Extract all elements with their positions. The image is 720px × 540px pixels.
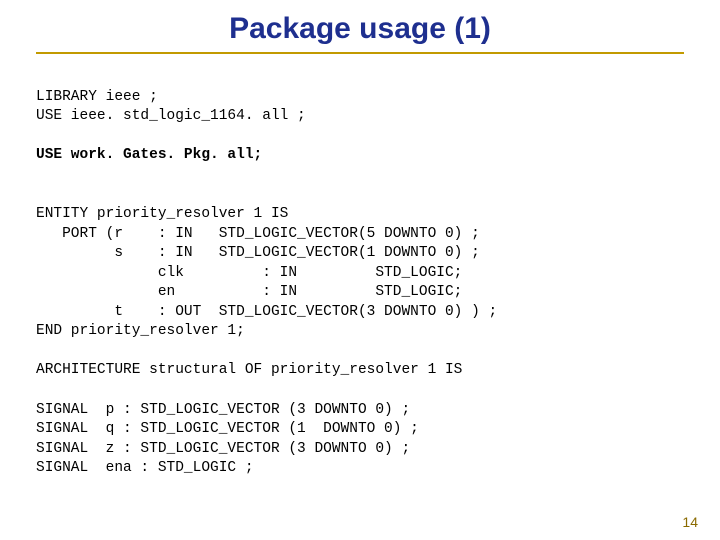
page-title: Package usage (1) xyxy=(36,12,684,46)
page-number: 14 xyxy=(682,514,698,530)
title-rule xyxy=(36,52,684,54)
code-line: PORT (r : IN STD_LOGIC_VECTOR(5 DOWNTO 0… xyxy=(36,226,480,242)
code-line: en : IN STD_LOGIC; xyxy=(36,284,462,300)
code-line: t : OUT STD_LOGIC_VECTOR(3 DOWNTO 0) ) ; xyxy=(36,304,497,320)
code-line: USE ieee. std_logic_1164. all ; xyxy=(36,108,306,124)
code-line: ARCHITECTURE structural OF priority_reso… xyxy=(36,362,462,378)
code-line: SIGNAL z : STD_LOGIC_VECTOR (3 DOWNTO 0)… xyxy=(36,441,410,457)
code-line: clk : IN STD_LOGIC; xyxy=(36,265,462,281)
code-line: SIGNAL q : STD_LOGIC_VECTOR (1 DOWNTO 0)… xyxy=(36,421,419,437)
code-line: SIGNAL p : STD_LOGIC_VECTOR (3 DOWNTO 0)… xyxy=(36,402,410,418)
code-line: ENTITY priority_resolver 1 IS xyxy=(36,206,288,222)
code-line: s : IN STD_LOGIC_VECTOR(1 DOWNTO 0) ; xyxy=(36,245,480,261)
code-line-bold: USE work. Gates. Pkg. all; xyxy=(36,147,262,163)
code-line: SIGNAL ena : STD_LOGIC ; xyxy=(36,460,254,476)
code-block: LIBRARY ieee ; USE ieee. std_logic_1164.… xyxy=(36,68,684,479)
code-line: END priority_resolver 1; xyxy=(36,323,245,339)
code-line: LIBRARY ieee ; xyxy=(36,89,158,105)
